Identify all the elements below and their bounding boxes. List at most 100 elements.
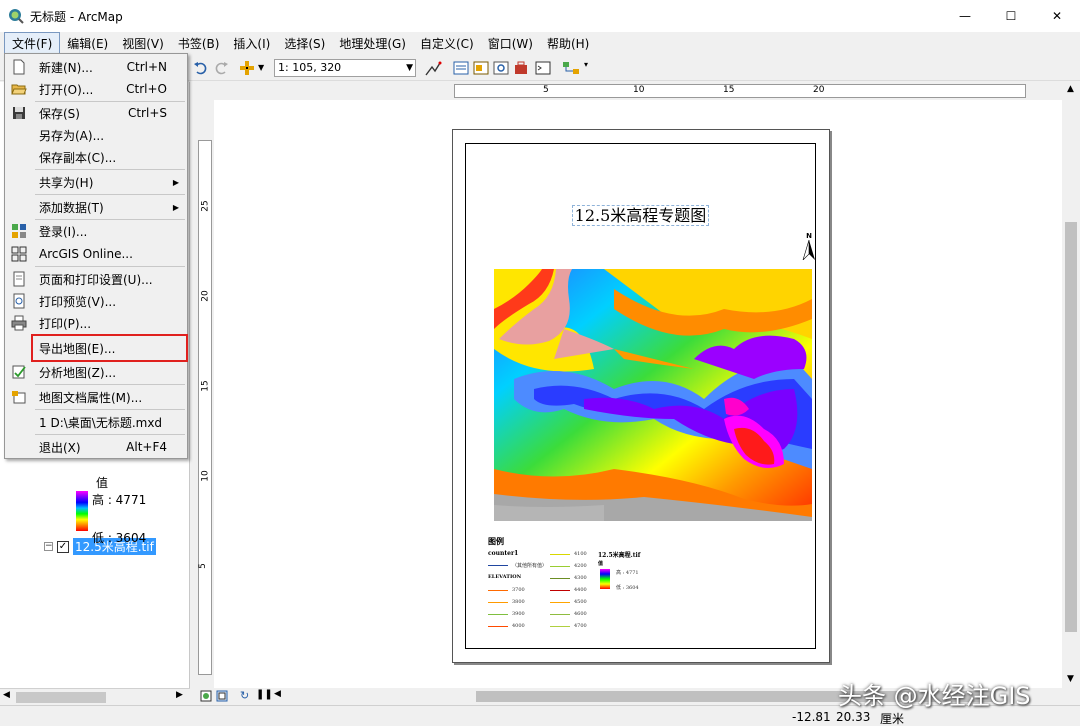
menu-edit[interactable]: 编辑(E) [60,33,115,54]
menu-file[interactable]: 文件(F) [4,31,61,55]
menu-insert[interactable]: 插入(I) [226,33,277,54]
analyze-map-icon [12,365,26,379]
north-arrow[interactable]: N [802,232,816,262]
north-label: N [806,232,812,240]
menu-item-shortcut: Ctrl+O [126,82,167,96]
legend-contour-line [488,565,508,566]
new-document-icon [13,59,25,75]
catalog-window-icon[interactable] [472,59,490,77]
scroll-down-icon[interactable]: ▼ [1067,674,1074,684]
scroll-right-icon[interactable]: ▶ [176,690,183,700]
collapse-icon[interactable]: − [44,542,53,551]
refresh-icon[interactable]: ↻ [240,689,249,702]
legend-contour-value: 〈其他所有值〉 [512,563,548,569]
menu-item-label: 另存为(A)... [39,128,105,143]
editor-toolbar-icon[interactable] [424,59,442,77]
scroll-left-icon[interactable]: ◀ [3,690,10,700]
data-view-icon[interactable] [200,690,212,702]
arcmap-globe-icon [9,9,24,24]
menu-item-new[interactable]: 新建(N)... Ctrl+N [5,56,187,78]
window-title: 无标题 - ArcMap [30,9,123,24]
legend-value: 3700 [512,587,525,593]
legend-color-ramp [600,569,610,589]
chevron-down-icon[interactable]: ▼ [406,60,413,76]
menu-item-page-setup[interactable]: 页面和打印设置(U)... [5,268,187,290]
menu-customize[interactable]: 自定义(C) [413,33,481,54]
ruler-tick-label: 15 [200,380,211,392]
redo-icon[interactable] [212,59,230,77]
close-icon: ✕ [1051,9,1063,23]
menu-item-sign-in[interactable]: 登录(I)... [5,220,187,242]
menu-item-analyze-map[interactable]: 分析地图(Z)... [5,361,187,383]
menu-windows[interactable]: 窗口(W) [481,33,540,54]
menu-item-save[interactable]: 保存(S) Ctrl+S [5,102,187,124]
ruler-tick-label: 10 [200,470,211,482]
legend-value: 4300 [574,575,587,581]
add-data-icon[interactable] [238,59,256,77]
sign-in-icon [12,224,26,238]
menu-item-label: ArcGIS Online... [39,247,133,261]
python-window-icon[interactable] [534,59,552,77]
legend-line [550,626,570,627]
menu-item-map-document-properties[interactable]: 地图文档属性(M)... [5,386,187,408]
model-builder-icon[interactable] [562,59,580,77]
layer-visibility-checkbox[interactable]: ✓ [57,540,69,553]
toolbar-overflow-icon[interactable]: ▾ [584,60,602,78]
scroll-left-icon[interactable]: ◀ [274,689,281,699]
scrollbar-thumb[interactable] [1065,222,1077,632]
menu-item-add-data[interactable]: 添加数据(T) ▶ [5,196,187,218]
close-button[interactable]: ✕ [1034,0,1080,32]
layout-vertical-scrollbar[interactable]: ▲ ▼ [1062,82,1080,688]
menu-item-share-as[interactable]: 共享为(H) ▶ [5,171,187,193]
menu-help[interactable]: 帮助(H) [540,33,596,54]
title-bar: 无标题 - ArcMap — ☐ ✕ [0,0,1080,32]
menu-item-print[interactable]: 打印(P)... [5,312,187,334]
menu-view[interactable]: 视图(V) [115,33,171,54]
legend-title: 图例 [488,536,504,546]
ruler-tick-label: 5 [543,85,549,95]
legend-value: 4500 [574,599,587,605]
menu-selection[interactable]: 选择(S) [277,33,332,54]
menu-item-label: 页面和打印设置(U)... [39,272,153,287]
legend-contour-layer: counter1 [488,550,519,557]
file-menu-dropdown: 新建(N)... Ctrl+N 打开(O)... Ctrl+O 保存(S) Ct… [4,53,188,459]
scrollbar-thumb[interactable] [16,692,106,703]
menu-item-label: 地图文档属性(M)... [39,390,143,405]
ruler-tick-label: 25 [200,200,211,212]
legend-line [488,614,508,615]
menu-item-recent-file[interactable]: 1 D:\桌面\无标题.mxd [5,411,187,433]
menu-item-open[interactable]: 打开(O)... Ctrl+O [5,78,187,100]
layout-view-icon[interactable] [216,690,228,702]
menu-item-exit[interactable]: 退出(X) Alt+F4 [5,436,187,458]
search-window-icon[interactable] [492,59,510,77]
menu-item-label: 1 D:\桌面\无标题.mxd [39,415,163,430]
table-of-contents-icon[interactable] [452,59,470,77]
menu-bookmarks[interactable]: 书签(B) [171,33,227,54]
layout-page[interactable]: 12.5米高程专题图 N 图例 counter1 〈其他所有值〉 ELEVATI… [452,129,830,663]
map-title[interactable]: 12.5米高程专题图 [466,202,815,226]
menu-bar: 文件(F) 编辑(E) 视图(V) 书签(B) 插入(I) 选择(S) 地理处理… [0,31,1080,55]
menu-geoprocessing[interactable]: 地理处理(G) [332,33,413,54]
maximize-button[interactable]: ☐ [988,0,1034,32]
legend-line [488,626,508,627]
menu-item-label: 保存(S) [39,106,80,121]
maximize-icon: ☐ [1005,9,1017,23]
arctoolbox-icon[interactable] [512,59,530,77]
scroll-up-icon[interactable]: ▲ [1067,84,1074,94]
coordinate-unit: 厘米 [880,712,905,726]
map-scale-combobox[interactable]: 1: 105, 320 ▼ [274,59,416,77]
toc-high-value: 高 : 4771 [92,493,147,507]
menu-item-save-as[interactable]: 另存为(A)... [5,124,187,146]
pause-drawing-icon[interactable]: ❚❚ [256,689,273,700]
legend-raster-low: 低 : 3604 [616,585,639,591]
menu-item-label: 新建(N)... [39,60,93,75]
ruler-tick-label: 20 [200,290,211,302]
toc-horizontal-scrollbar[interactable]: ◀ ▶ [0,688,190,705]
minimize-button[interactable]: — [942,0,988,32]
menu-item-arcgis-online[interactable]: ArcGIS Online... [5,243,187,265]
menu-item-print-preview[interactable]: 打印预览(V)... [5,290,187,312]
elevation-map-frame[interactable] [494,269,812,521]
undo-icon[interactable] [192,59,210,77]
menu-item-save-copy[interactable]: 保存副本(C)... [5,146,187,168]
menu-item-label: 分析地图(Z)... [39,365,117,380]
